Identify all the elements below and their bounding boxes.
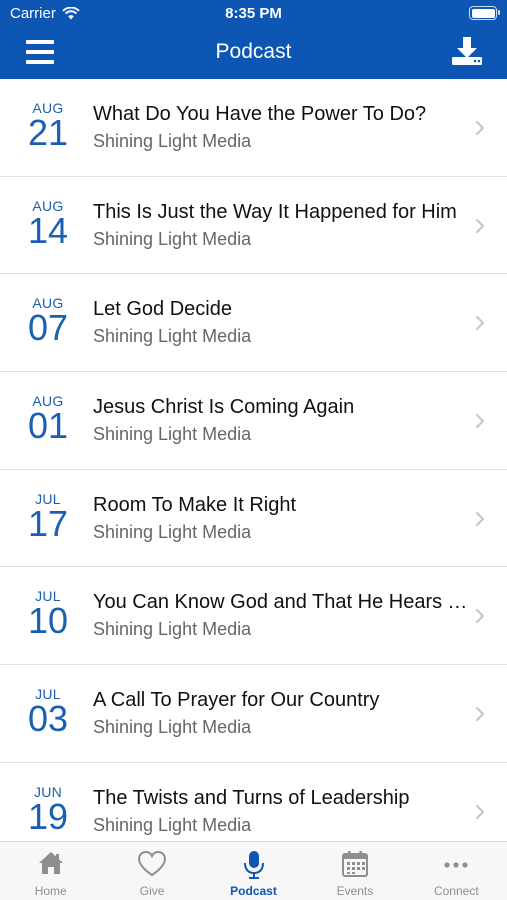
podcast-list: AUG 21 What Do You Have the Power To Do?…	[0, 79, 507, 841]
tab-give[interactable]: Give	[101, 842, 202, 900]
chevron-right-icon	[476, 609, 484, 624]
tab-connect[interactable]: Connect	[406, 842, 507, 900]
status-bar: Carrier 8:35 PM	[0, 0, 507, 28]
episode-title: Room To Make It Right	[93, 493, 297, 516]
episode-title: Let God Decide	[93, 298, 232, 321]
episode-author: Shining Light Media	[93, 228, 252, 249]
download-icon[interactable]	[451, 36, 483, 66]
episode-author: Shining Light Media	[93, 424, 252, 445]
episode-date: AUG 07	[22, 296, 74, 349]
episode-date: JUL 03	[22, 687, 74, 740]
chevron-right-icon	[476, 121, 484, 135]
tab-bar: Home Give Podcast Events Connect	[0, 841, 507, 900]
chevron-right-icon	[476, 316, 484, 331]
episode-day: 10	[27, 600, 69, 642]
episode-author: Shining Light Media	[93, 814, 252, 835]
tab-home[interactable]: Home	[0, 842, 101, 900]
list-item[interactable]: AUG 01 Jesus Christ Is Coming Again Shin…	[0, 372, 507, 470]
episode-date: JUL 17	[22, 491, 74, 544]
list-item[interactable]: JUN 19 The Twists and Turns of Leadershi…	[0, 762, 507, 841]
page-title: Podcast	[215, 40, 292, 63]
tab-label: Connect	[433, 884, 479, 898]
chevron-right-icon	[476, 511, 484, 526]
chevron-right-icon	[476, 804, 484, 819]
battery-icon	[469, 6, 500, 20]
episode-date: JUL 10	[22, 589, 74, 642]
episode-day: 14	[27, 209, 69, 251]
episode-day: 07	[27, 307, 69, 349]
episode-author: Shining Light Media	[93, 619, 252, 640]
list-item[interactable]: JUL 10 You Can Know God and That He Hear…	[0, 567, 507, 666]
episode-day: 17	[27, 502, 69, 544]
tab-podcast[interactable]: Podcast	[203, 842, 304, 900]
episode-date: JUN 19	[22, 784, 74, 837]
episode-title: What Do You Have the Power To Do?	[93, 103, 427, 125]
tab-label: Give	[139, 884, 165, 898]
list-item[interactable]: AUG 07 Let God Decide Shining Light Medi…	[0, 274, 507, 373]
episode-author: Shining Light Media	[93, 326, 252, 347]
episode-title: Jesus Christ Is Coming Again	[93, 396, 355, 419]
chevron-right-icon	[476, 707, 484, 722]
list-item[interactable]: JUL 17 Room To Make It Right Shining Lig…	[0, 469, 507, 568]
tab-label: Home	[34, 884, 67, 898]
chevron-right-icon	[476, 218, 484, 233]
episode-date: AUG 14	[22, 198, 74, 251]
episode-day: 19	[27, 795, 69, 837]
list-item[interactable]: JUL 03 A Call To Prayer for Our Country …	[0, 665, 507, 763]
episode-title: You Can Know God and That He Hears You	[93, 591, 470, 614]
menu-icon[interactable]	[26, 40, 54, 64]
chevron-right-icon	[476, 414, 484, 429]
episode-date: AUG 01	[22, 394, 74, 447]
episode-day: 01	[27, 405, 69, 447]
list-item[interactable]: AUG 14 This Is Just the Way It Happened …	[0, 176, 507, 275]
episode-title: This Is Just the Way It Happened for Him	[93, 200, 457, 223]
episode-day: 03	[27, 698, 69, 740]
episode-author: Shining Light Media	[93, 521, 252, 542]
tab-events[interactable]: Events	[304, 842, 405, 900]
status-time: 8:35 PM	[225, 5, 282, 22]
list-item[interactable]: AUG 21 What Do You Have the Power To Do?…	[0, 79, 507, 177]
episode-day: 21	[27, 112, 69, 153]
tab-label: Events	[336, 884, 374, 898]
episode-author: Shining Light Media	[93, 717, 252, 738]
episode-author: Shining Light Media	[93, 131, 252, 151]
episode-title: A Call To Prayer for Our Country	[93, 689, 380, 712]
nav-header: Carrier 8:35 PM Podcast	[0, 0, 507, 79]
tab-label: Podcast	[230, 884, 277, 898]
episode-title: The Twists and Turns of Leadership	[93, 786, 410, 809]
episode-date: AUG 21	[22, 101, 74, 153]
